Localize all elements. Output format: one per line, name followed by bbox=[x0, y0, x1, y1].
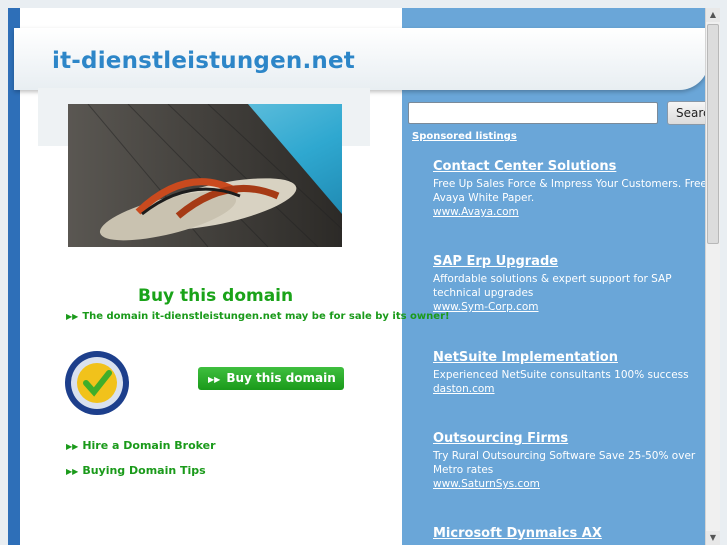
ad-description: Experienced NetSuite consultants 100% su… bbox=[433, 369, 689, 381]
ad-url-link[interactable]: www.Sym-Corp.com bbox=[433, 300, 713, 314]
sandals-photo bbox=[68, 104, 342, 247]
ad-description: Try Rural Outsourcing Software Save 25-5… bbox=[433, 450, 696, 476]
hire-broker-label: Hire a Domain Broker bbox=[82, 439, 216, 452]
page: it-dienstleistungen.net Buy this domain … bbox=[0, 0, 727, 545]
sale-notice-text: The domain it-dienstleistungen.net may b… bbox=[82, 311, 450, 322]
sale-notice: ▶▶ The domain it-dienstleistungen.net may… bbox=[66, 311, 450, 322]
buy-domain-heading: Buy this domain bbox=[138, 286, 294, 306]
ad-listing: Outsourcing Firms Try Rural Outsourcing … bbox=[433, 431, 713, 491]
sponsored-listings-label[interactable]: Sponsored listings bbox=[412, 131, 517, 142]
buy-domain-button-label: Buy this domain bbox=[226, 371, 336, 385]
double-arrow-icon: ▶▶ bbox=[208, 375, 221, 384]
ad-listing: SAP Erp Upgrade Affordable solutions & e… bbox=[433, 254, 713, 314]
buyer-protection-seal-icon bbox=[64, 350, 130, 416]
buy-domain-button[interactable]: ▶▶ Buy this domain bbox=[198, 367, 344, 390]
vertical-scrollbar[interactable]: ▲ ▼ bbox=[705, 8, 720, 545]
site-title[interactable]: it-dienstleistungen.net bbox=[52, 48, 355, 74]
ad-url-link[interactable]: www.Avaya.com bbox=[433, 205, 713, 219]
ad-description: Free Up Sales Force & Impress Your Custo… bbox=[433, 178, 707, 204]
ad-description: Affordable solutions & expert support fo… bbox=[433, 273, 672, 299]
ad-title-link[interactable]: SAP Erp Upgrade bbox=[433, 254, 713, 269]
ad-listing: Microsoft Dynmaics AX bbox=[433, 526, 713, 544]
ad-title-link[interactable]: Microsoft Dynmaics AX bbox=[433, 526, 713, 541]
buying-tips-link[interactable]: ▶▶ Buying Domain Tips bbox=[66, 464, 206, 477]
hire-broker-link[interactable]: ▶▶ Hire a Domain Broker bbox=[66, 439, 216, 452]
search-input[interactable] bbox=[408, 102, 658, 124]
double-arrow-icon: ▶▶ bbox=[66, 442, 79, 451]
double-arrow-icon: ▶▶ bbox=[66, 467, 79, 476]
scrollbar-thumb[interactable] bbox=[707, 24, 719, 244]
ad-title-link[interactable]: Contact Center Solutions bbox=[433, 159, 713, 174]
ad-listing: NetSuite Implementation Experienced NetS… bbox=[433, 350, 713, 396]
buying-tips-label: Buying Domain Tips bbox=[82, 464, 206, 477]
ad-url-link[interactable]: www.SaturnSys.com bbox=[433, 477, 713, 491]
double-arrow-icon: ▶▶ bbox=[66, 312, 79, 321]
ad-url-link[interactable]: daston.com bbox=[433, 382, 713, 396]
ad-title-link[interactable]: Outsourcing Firms bbox=[433, 431, 713, 446]
scroll-up-arrow-icon[interactable]: ▲ bbox=[706, 8, 720, 22]
ad-listing: Contact Center Solutions Free Up Sales F… bbox=[433, 159, 713, 219]
scroll-down-arrow-icon[interactable]: ▼ bbox=[706, 531, 720, 545]
ad-title-link[interactable]: NetSuite Implementation bbox=[433, 350, 713, 365]
